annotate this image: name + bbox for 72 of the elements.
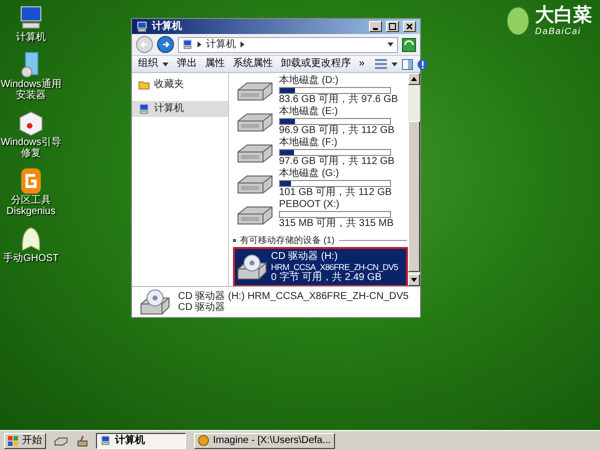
drive-space: 0 字节 可用，共 2.49 GB (271, 272, 382, 282)
preview-pane-icon[interactable] (402, 58, 413, 70)
drive-space: 101 GB 可用，共 112 GB (279, 188, 392, 198)
computer-icon (136, 20, 148, 32)
toolbar-button[interactable]: 卸载或更改程序 (279, 58, 353, 70)
caret-icon (390, 62, 398, 66)
toolbar-button[interactable]: 属性 (203, 58, 227, 70)
toolbar-button[interactable]: 系统属性 (231, 58, 275, 70)
caret-icon (387, 42, 394, 47)
taskbar-button[interactable]: 计算机 (96, 432, 186, 448)
desktop-icon-label[interactable]: Windows引导修复 (0, 137, 62, 159)
volume-label: HRM_CCSA_X86FRE_ZH-CN_DV5 (271, 262, 398, 272)
refresh-button[interactable] (402, 38, 416, 52)
close-icon (406, 23, 413, 30)
close-button[interactable] (403, 21, 416, 32)
scrollbar[interactable] (408, 73, 420, 286)
box-icon (17, 109, 45, 137)
drive-name: CD 驱动器 (H:) (271, 252, 339, 262)
hard-drive-icon (235, 142, 275, 164)
hard-drive-icon (235, 204, 275, 226)
drive-space: 83.6 GB 可用，共 97.6 GB (279, 95, 398, 105)
bullet-icon (233, 238, 236, 242)
desktop-icon-label[interactable]: 手动GHOST (3, 253, 59, 264)
computer-icon (182, 39, 193, 50)
sidebar-item[interactable]: 收藏夹 (132, 77, 228, 93)
toolbar-button[interactable]: 组织 (136, 58, 171, 70)
drive-name: 本地磁盘 (D:) (279, 76, 340, 86)
computer-icon (138, 103, 150, 115)
address-field[interactable]: 计算机 (178, 36, 398, 52)
desktop-icon-label[interactable]: Windows通用安装器 (0, 79, 62, 101)
folder-icon (138, 79, 150, 91)
drive-space: 97.6 GB 可用，共 112 GB (279, 157, 394, 167)
maximize-button[interactable] (386, 21, 399, 32)
start-button[interactable]: 开始 (4, 432, 46, 448)
drive-item[interactable]: 本地磁盘 (F:) 97.6 GB 可用，共 112 GB (233, 137, 407, 168)
windows-flag-icon (8, 436, 18, 446)
drive-name: 本地磁盘 (E:) (279, 107, 339, 117)
drive-item[interactable]: 本地磁盘 (E:) 96.9 GB 可用，共 112 GB (233, 106, 407, 137)
logo-title: 大白菜 (535, 6, 592, 26)
drive-item[interactable]: PEBOOT (X:) 315 MB 可用，共 315 MB (233, 199, 407, 230)
drive-name: PEBOOT (X:) (279, 200, 340, 210)
group-header[interactable]: 有可移动存储的设备 (1) (240, 234, 334, 246)
drive-item[interactable]: 本地磁盘 (G:) 101 GB 可用，共 112 GB (233, 168, 407, 199)
desktop-icon-label[interactable]: 计算机 (16, 32, 46, 43)
chevron-icon (197, 41, 202, 48)
drive-space: 96.9 GB 可用，共 112 GB (279, 126, 394, 136)
view-options-icon[interactable] (374, 59, 387, 69)
drive-name: 本地磁盘 (F:) (279, 138, 338, 148)
hard-drive-icon (235, 80, 275, 102)
details-title: CD 驱动器 (H:) HRM_CCSA_X86FRE_ZH-CN_DV5 (178, 290, 409, 302)
drive-name: 本地磁盘 (G:) (279, 169, 340, 179)
hard-drive-icon (235, 110, 275, 132)
toolbar-button[interactable]: » (357, 58, 367, 70)
cd-drive-icon (237, 254, 267, 280)
hard-drive-icon (235, 172, 275, 194)
window-title: 计算机 (152, 20, 183, 32)
taskbar-button[interactable]: Imagine - [X:\Users\Defa... (194, 432, 335, 448)
forward-button[interactable] (157, 36, 174, 53)
minimize-button[interactable] (369, 21, 382, 32)
details-subtitle: CD 驱动器 (178, 302, 226, 314)
toolbar-button[interactable]: 弹出 (175, 58, 199, 70)
drive-item[interactable]: 本地磁盘 (D:) 83.6 GB 可用，共 97.6 GB (233, 75, 407, 106)
drive-item[interactable]: CD 驱动器 (H:) HRM_CCSA_X86FRE_ZH-CN_DV5 0 字节 可用，共 2.49 GB (235, 249, 406, 285)
sidebar-item[interactable]: 计算机 (132, 101, 228, 117)
desktop-icon-label[interactable]: 分区工具 Diskgenius (6, 195, 56, 217)
drive-space: 315 MB 可用，共 315 MB (279, 219, 394, 229)
drive-icon[interactable] (54, 436, 68, 446)
computer-icon (100, 435, 111, 446)
cd-drive-icon (140, 289, 170, 315)
logo-subtitle: DaBaiCai (535, 26, 582, 36)
chevron-icon (240, 41, 245, 48)
maximize-icon (389, 23, 396, 30)
